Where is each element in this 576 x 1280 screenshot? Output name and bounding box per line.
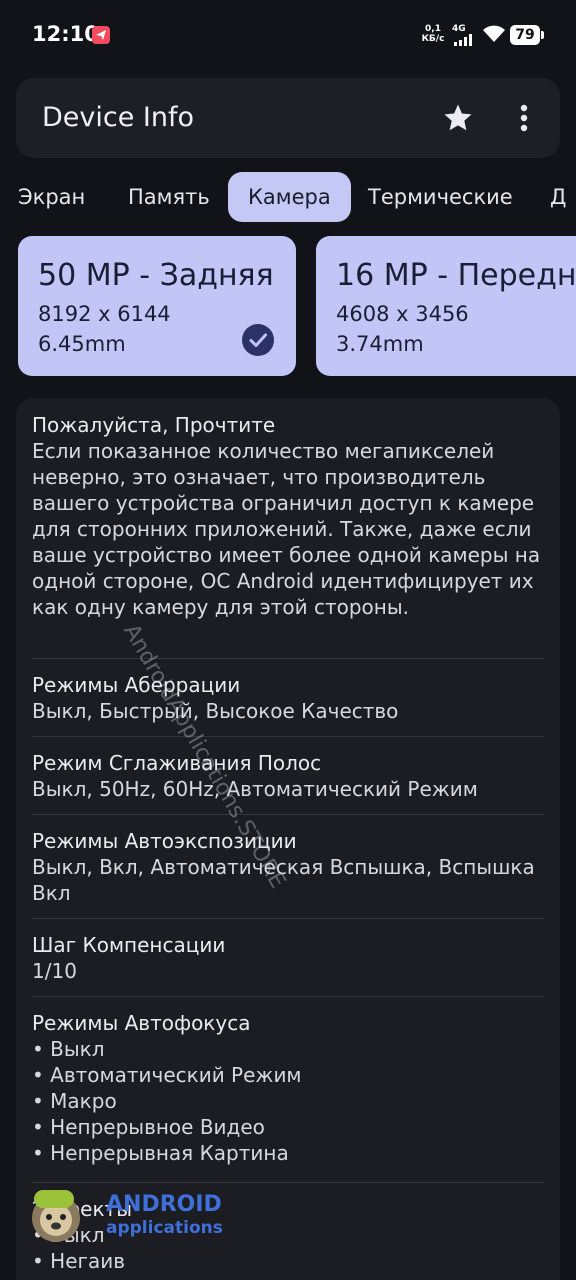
compensation-title: Шаг Компенсации	[32, 933, 226, 957]
wifi-icon	[482, 24, 506, 48]
brand-line1: ANDROID	[106, 1192, 222, 1217]
notice-text: Если показанное количество мегапикселей …	[32, 439, 541, 619]
app-title: Device Info	[42, 102, 195, 133]
divider	[32, 1182, 544, 1183]
antibanding-section: Режим Сглаживания Полос Выкл, 50Hz, 60Hz…	[32, 750, 544, 802]
tab-thermal[interactable]: Термические	[368, 172, 513, 222]
autofocus-section: Режимы Автофокуса Выкл Автоматический Ре…	[32, 1010, 544, 1166]
divider	[32, 996, 544, 997]
more-vert-icon[interactable]	[510, 100, 538, 136]
network-type: 4G	[452, 24, 466, 34]
autoexposure-title: Режимы Автоэкспозиции	[32, 829, 297, 853]
antibanding-title: Режим Сглаживания Полос	[32, 751, 322, 775]
list-item: Непрерывное Видео	[32, 1114, 544, 1140]
autofocus-list: Выкл Автоматический Режим Макро Непрерыв…	[32, 1036, 544, 1166]
divider	[32, 814, 544, 815]
tab-screen[interactable]: Экран	[18, 172, 85, 222]
tab-camera[interactable]: Камера	[228, 172, 351, 222]
signal-icon: 4G	[452, 24, 478, 46]
aberration-section: Режимы Аберрации Выкл, Быстрый, Высокое …	[32, 672, 544, 724]
aberration-title: Режимы Аберрации	[32, 673, 241, 697]
notice-section: Пожалуйста, Прочтите Если показанное кол…	[32, 412, 544, 620]
autofocus-title: Режимы Автофокуса	[32, 1011, 251, 1035]
divider	[32, 736, 544, 737]
battery-icon: 79	[510, 25, 544, 45]
compensation-value: 1/10	[32, 959, 77, 983]
network-speed-unit: КБ/с	[421, 34, 445, 44]
camera-focal-length: 6.45mm	[38, 332, 126, 356]
camera-focal-length: 3.74mm	[336, 332, 424, 356]
camera-info-panel[interactable]: Пожалуйста, Прочтите Если показанное кол…	[16, 398, 560, 1280]
camera-title: 50 MP - Задняя	[38, 258, 274, 293]
camera-card-front[interactable]: 16 MP - Передн 4608 x 3456 3.74mm	[316, 236, 576, 376]
camera-card-rear[interactable]: 50 MP - Задняя 8192 x 6144 6.45mm	[18, 236, 296, 376]
brand-logo: ANDROID applications	[26, 1184, 246, 1248]
tab-bar: Экран Память Камера Термические Д	[0, 172, 576, 224]
network-speed-value: 0,1	[425, 24, 441, 34]
notification-icon	[92, 26, 110, 44]
tab-next[interactable]: Д	[550, 172, 566, 222]
android-dog-icon	[26, 1184, 96, 1248]
status-time: 12:10	[32, 22, 99, 46]
aberration-value: Выкл, Быстрый, Высокое Качество	[32, 699, 399, 723]
list-item: Непрерывная Картина	[32, 1140, 544, 1166]
list-item: Негаив	[32, 1248, 544, 1274]
list-item: Макро	[32, 1088, 544, 1114]
brand-line2: applications	[106, 1218, 223, 1238]
tab-memory[interactable]: Память	[128, 172, 210, 222]
list-item: Выкл	[32, 1036, 544, 1062]
antibanding-value: Выкл, 50Hz, 60Hz, Автоматический Режим	[32, 777, 478, 801]
divider	[32, 918, 544, 919]
list-item: Автоматический Режим	[32, 1062, 544, 1088]
compensation-section: Шаг Компенсации 1/10	[32, 932, 544, 984]
camera-resolution: 4608 x 3456	[336, 302, 469, 326]
camera-resolution: 8192 x 6144	[38, 302, 171, 326]
camera-title: 16 MP - Передн	[336, 258, 576, 293]
battery-level: 79	[515, 27, 535, 43]
notice-title: Пожалуйста, Прочтите	[32, 413, 276, 437]
status-bar: 12:10 0,1 КБ/с 4G 79	[0, 0, 576, 72]
star-icon[interactable]	[440, 100, 476, 136]
divider	[32, 658, 544, 659]
app-bar: Device Info	[16, 78, 560, 158]
network-speed: 0,1 КБ/с	[420, 24, 446, 44]
check-circle-icon	[242, 324, 274, 356]
